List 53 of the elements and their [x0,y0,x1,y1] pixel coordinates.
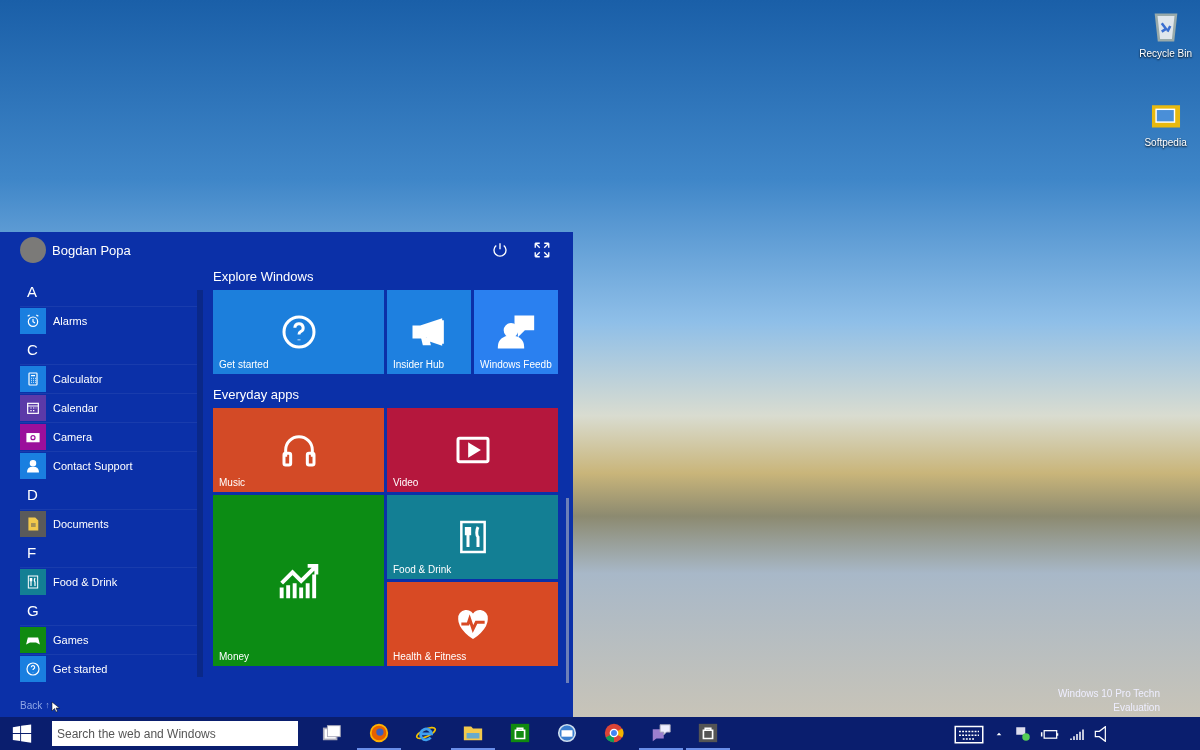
section-letter[interactable]: D [20,480,197,509]
app-tile[interactable]: Health & Fitness [387,582,558,666]
section-letter[interactable]: C [20,335,197,364]
app-list-item[interactable]: Games [20,625,197,654]
group-title: Explore Windows [213,270,315,286]
person-icon [25,458,41,474]
user-name[interactable]: Bogdan Popa [52,242,131,258]
question-mark-icon [25,661,41,677]
mouse-pointer-icon [50,698,62,716]
app-list-item[interactable]: Alarms [20,306,197,335]
app-list-item[interactable]: Get started [20,654,197,683]
edition-text: Windows 10 Pro Techn [1057,687,1160,701]
section-letter[interactable]: G [20,596,197,625]
expand-icon [533,241,551,259]
chrome-icon [603,721,625,744]
back-link[interactable]: Back [20,699,43,711]
scrollbar[interactable] [197,290,203,677]
app-tile[interactable]: Money [213,495,384,666]
speech-bubble-icon [650,721,672,744]
document-icon [25,516,41,532]
section-letter[interactable]: F [20,538,197,567]
desktop-icon-label[interactable]: Recycle Bin [1139,48,1192,59]
firefox-icon [368,721,390,744]
search-field[interactable]: Search the web and Windows [52,721,298,746]
shopping-bag-icon [509,721,531,744]
fork-knife-icon [25,574,41,590]
power-icon [491,241,509,259]
app-tile[interactable]: Food & Drink [387,495,558,579]
app-list-item[interactable]: Calculator [20,364,197,393]
app-tile[interactable]: Video [387,408,558,492]
scrollbar[interactable] [566,498,569,683]
app-tile[interactable]: Music [213,408,384,492]
group-title: Everyday apps [213,388,300,404]
up-arrow-icon: ↑ [45,700,50,710]
app-list-item[interactable]: Contact Support [20,451,197,480]
app-list-item[interactable]: Calendar [20,393,197,422]
calculator-icon [25,371,41,387]
calendar-icon [25,400,41,416]
alarm-clock-icon [25,313,41,329]
app-tile[interactable]: Get started [213,290,384,374]
edition-text: Evaluation [1113,701,1160,715]
notification-icon [1014,724,1032,743]
section-letter[interactable]: A [20,277,197,306]
app-list-item[interactable]: Documents [20,509,197,538]
user-avatar [20,237,46,263]
app-list-item[interactable]: Food & Drink [20,567,197,596]
app-tile[interactable]: Windows Feedb [474,290,558,374]
app-tile[interactable]: Insider Hub [387,290,471,374]
windows-logo-icon [11,722,33,745]
app-list-item[interactable]: Camera [20,422,197,451]
envelope-icon [556,721,578,744]
shopping-bag-icon [697,721,719,744]
desktop-icon-label[interactable]: Softpedia [1144,137,1187,148]
